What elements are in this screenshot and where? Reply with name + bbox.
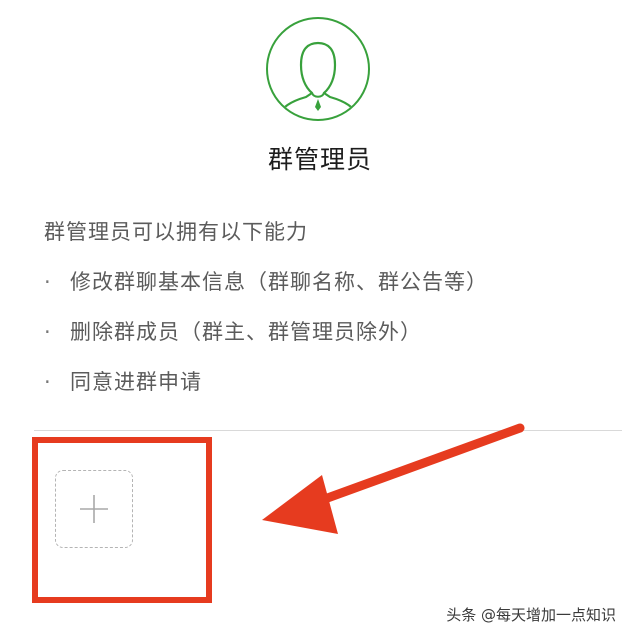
watermark: 头条 @每天增加一点知识 xyxy=(446,606,616,624)
pointer-arrow-icon xyxy=(262,423,525,534)
